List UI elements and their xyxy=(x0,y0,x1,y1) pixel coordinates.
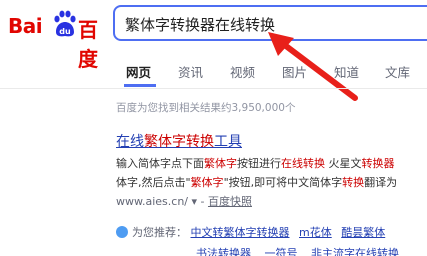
snippet-text: 按钮进行 xyxy=(237,157,281,170)
recommend-link[interactable]: 中文转繁体字转换器 xyxy=(191,226,290,239)
recommend-link[interactable]: 非主流字在线转换 xyxy=(311,247,399,256)
baidu-logo[interactable]: Bai du 百度 xyxy=(8,8,108,71)
paw-icon: du xyxy=(54,10,76,37)
snippet-highlight: 转换器 xyxy=(361,157,395,170)
title-highlight: 繁体字转换 xyxy=(144,134,214,150)
recommend-label: 为您推荐： xyxy=(132,226,187,239)
search-tabs: 网页 资讯 视频 图片 知道 文库 xyxy=(0,52,427,89)
snippet-text: 火星文 xyxy=(325,157,362,170)
recommend-row-2: 书法转换器 一符号 非主流字在线转换 xyxy=(196,245,409,256)
url-separator: ▾ - xyxy=(188,195,208,208)
result-count: 百度为您找到相关结果约3,950,000个 xyxy=(116,102,296,114)
logo-text-bai: Bai xyxy=(8,14,43,38)
result-title-link[interactable]: 在线繁体字转换工具 xyxy=(116,131,242,151)
snippet-text: "按钮,即可将中文简体字 xyxy=(223,176,343,189)
tab-wenku[interactable]: 文库 xyxy=(385,62,410,81)
recommend-link[interactable]: 酷昙繁体 xyxy=(341,226,385,239)
snippet-highlight: 在线转换 xyxy=(281,157,325,170)
tab-zhidao[interactable]: 知道 xyxy=(334,62,359,81)
search-query-text: 繁体字转换器在线转换 xyxy=(125,16,276,34)
result-url-line: www.aies.cn/ ▾ - 百度快照 xyxy=(116,193,252,209)
tab-video[interactable]: 视频 xyxy=(230,62,255,81)
tab-images[interactable]: 图片 xyxy=(282,62,307,81)
result-url[interactable]: www.aies.cn/ xyxy=(116,195,188,208)
recommend-icon xyxy=(116,226,128,238)
recommend-link[interactable]: 书法转换器 xyxy=(196,247,251,256)
title-prefix: 在线 xyxy=(116,134,144,150)
snippet-text: 翻译为 xyxy=(364,176,398,189)
tab-news[interactable]: 资讯 xyxy=(178,62,203,81)
recommend-row: 为您推荐： 中文转繁体字转换器 m花体 酷昙繁体 xyxy=(116,224,385,240)
active-tab-indicator xyxy=(124,84,156,87)
baidu-search-page: Bai du 百度 繁体字转换器在线转换 网页 资讯 视频 图片 知道 文库 百… xyxy=(0,0,427,256)
snippet-text: 输入简体字点下面 xyxy=(116,157,204,170)
snapshot-link[interactable]: 百度快照 xyxy=(208,195,252,208)
result-snippet-line-2: 体字,然后点击"繁体字"按钮,即可将中文简体字转换翻译为 xyxy=(116,174,397,190)
recommend-link[interactable]: m花体 xyxy=(299,226,332,239)
title-suffix: 工具 xyxy=(214,134,242,150)
snippet-text: 体字,然后点击" xyxy=(116,176,191,189)
recommend-link[interactable]: 一符号 xyxy=(265,247,298,256)
snippet-highlight: 繁体字 xyxy=(190,176,224,189)
svg-text:du: du xyxy=(59,27,71,36)
result-snippet-line-1: 输入简体字点下面繁体字按钮进行在线转换 火星文转换器 xyxy=(116,155,395,171)
tab-web[interactable]: 网页 xyxy=(126,62,151,81)
snippet-highlight: 繁体字 xyxy=(204,157,237,170)
snippet-highlight: 转换 xyxy=(342,176,365,189)
